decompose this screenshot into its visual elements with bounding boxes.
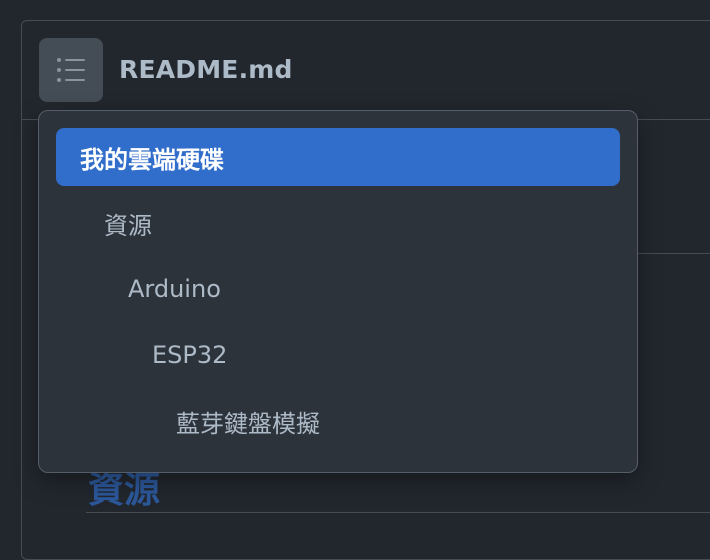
toc-dropdown: 我的雲端硬碟 資源 Arduino ESP32 藍芽鍵盤模擬: [38, 110, 638, 473]
toc-item-arduino[interactable]: Arduino: [56, 260, 620, 318]
toc-item-label: 藍芽鍵盤模擬: [176, 409, 320, 438]
table-of-contents-button[interactable]: [39, 38, 103, 102]
readme-header: README.md: [22, 21, 710, 120]
toc-item-resources[interactable]: 資源: [56, 194, 620, 252]
toc-item-label: 我的雲端硬碟: [80, 145, 224, 174]
toc-item-bluetooth-keyboard[interactable]: 藍芽鍵盤模擬: [56, 392, 620, 450]
file-title: README.md: [119, 55, 293, 84]
toc-item-my-drive[interactable]: 我的雲端硬碟: [56, 128, 620, 186]
list-unordered-icon: [57, 58, 85, 82]
content-divider: [86, 512, 710, 513]
toc-item-label: Arduino: [128, 275, 221, 303]
toc-item-esp32[interactable]: ESP32: [56, 326, 620, 384]
toc-item-label: 資源: [104, 211, 152, 240]
toc-item-label: ESP32: [152, 341, 228, 369]
